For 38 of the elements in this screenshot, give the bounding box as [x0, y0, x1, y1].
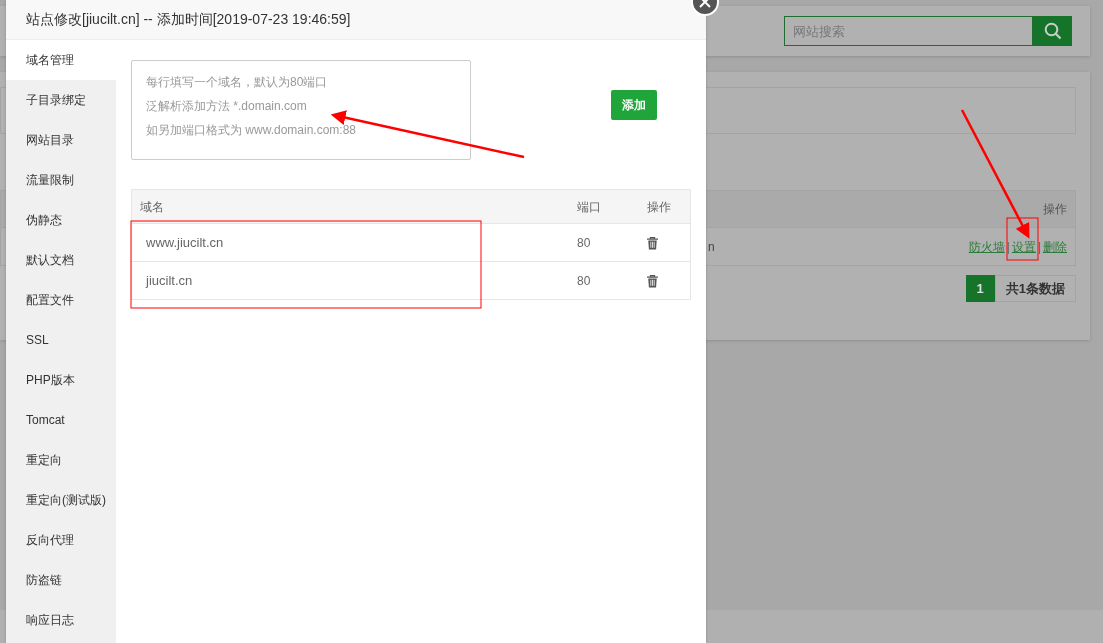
sidebar-item[interactable]: 重定向(测试版): [6, 480, 116, 520]
table-cell: jiucilt.cn: [146, 272, 193, 288]
sidebar-item[interactable]: 响应日志: [6, 600, 116, 640]
placeholder-text: 如另加端口格式为 www.domain.com:88: [146, 123, 357, 137]
search-button[interactable]: [1033, 16, 1072, 46]
sidebar-item[interactable]: 子目录绑定: [6, 80, 116, 120]
sidebar-item[interactable]: 流量限制: [6, 160, 116, 200]
sidebar-item[interactable]: 默认文档: [6, 240, 116, 280]
sidebar-item[interactable]: 配置文件: [6, 280, 116, 320]
table-cell-text: n: [708, 238, 715, 256]
sidebar-item[interactable]: 伪静态: [6, 200, 116, 240]
placeholder-text: 每行填写一个域名，默认为80端口: [146, 75, 328, 89]
highlight-frame: [1006, 217, 1039, 261]
sidebar-item[interactable]: PHP版本: [6, 360, 116, 400]
total-count: 共1条数据: [994, 275, 1076, 302]
column-header: 操作: [647, 199, 671, 214]
sidebar-item[interactable]: 防盗链: [6, 560, 116, 600]
separator: |: [1006, 238, 1010, 256]
search-field[interactable]: 网站搜索: [784, 16, 1033, 46]
sidebar-item[interactable]: 域名管理: [6, 40, 116, 80]
trash-icon[interactable]: [647, 236, 658, 250]
sidebar-item[interactable]: 重定向: [6, 440, 116, 480]
table-cell: 80: [577, 235, 591, 250]
column-header: 域名: [140, 199, 164, 214]
sidebar-item[interactable]: Tomcat: [6, 400, 116, 440]
sidebar-item[interactable]: 网站目录: [6, 120, 116, 160]
column-header: 操作: [1043, 201, 1067, 218]
trash-icon[interactable]: [647, 274, 658, 288]
separator: |: [1037, 238, 1041, 256]
search-icon: [1043, 22, 1062, 40]
placeholder-text: 泛解析添加方法 *.domain.com: [146, 99, 307, 113]
sidebar-item[interactable]: SSL: [6, 320, 116, 360]
dialog-title: 站点修改[jiucilt.cn] -- 添加时间[2019-07-23 19:46:59]: [26, 10, 351, 29]
table-cell: www.jiucilt.cn: [146, 234, 224, 250]
page-button[interactable]: 1: [965, 275, 995, 302]
sidebar-item[interactable]: 反向代理: [6, 520, 116, 560]
column-header: 端口: [577, 199, 601, 214]
table-cell: 80: [577, 273, 591, 288]
